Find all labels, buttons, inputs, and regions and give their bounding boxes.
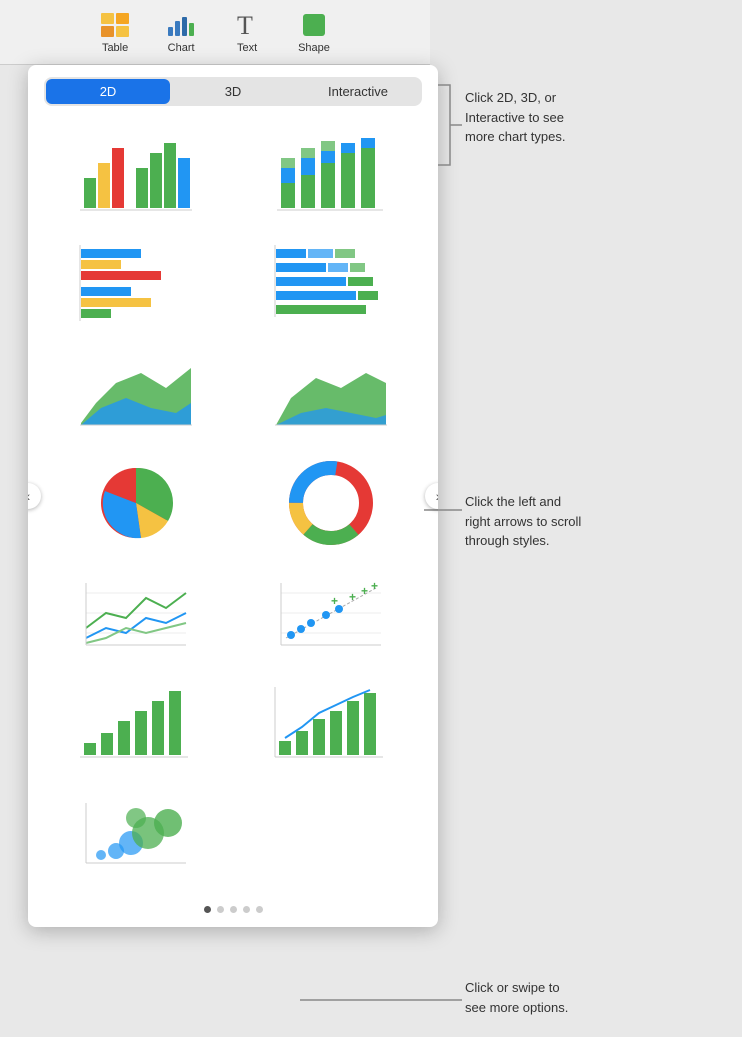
text-icon: T: [232, 11, 262, 39]
shape-icon: [299, 11, 329, 39]
chart-type-hbar-stacked[interactable]: [233, 228, 428, 338]
svg-text:+: +: [371, 579, 378, 593]
pagination-dots: [28, 896, 438, 927]
dot-3[interactable]: [230, 906, 237, 913]
toolbar-item-text[interactable]: T Text: [218, 6, 276, 59]
chart-icon: [166, 11, 196, 39]
chart-type-scatter[interactable]: + + + +: [233, 558, 428, 668]
dot-1[interactable]: [204, 906, 211, 913]
chart-label: Chart: [168, 42, 195, 54]
toolbar: Table Chart T Text Shape: [0, 0, 430, 65]
callout-top: Click 2D, 3D, orInteractive to seemore c…: [465, 88, 685, 147]
table-label: Table: [102, 42, 128, 54]
dot-5[interactable]: [256, 906, 263, 913]
chart-type-bar-stacked[interactable]: [233, 118, 428, 228]
chart-type-area[interactable]: [38, 338, 233, 448]
svg-text:+: +: [349, 590, 356, 604]
toolbar-item-table[interactable]: Table: [86, 6, 144, 59]
table-icon: [100, 11, 130, 39]
shape-label: Shape: [298, 42, 330, 54]
segment-2d[interactable]: 2D: [46, 79, 170, 104]
chart-picker-panel: 2D 3D Interactive ‹ ›: [28, 65, 438, 927]
chart-type-line[interactable]: [38, 558, 233, 668]
callout-middle: Click the left andright arrows to scroll…: [465, 492, 685, 551]
chart-type-bar-growing[interactable]: [38, 668, 233, 778]
chart-type-bar-line[interactable]: [233, 668, 428, 778]
chart-type-grid: + + + +: [28, 118, 438, 888]
callout-bottom: Click or swipe tosee more options.: [465, 978, 665, 1017]
svg-text:+: +: [361, 584, 368, 598]
segment-interactive[interactable]: Interactive: [296, 79, 420, 104]
chart-type-bubble[interactable]: [38, 778, 233, 888]
chart-type-segmented: 2D 3D Interactive: [44, 77, 422, 106]
svg-text:T: T: [237, 12, 253, 38]
svg-text:+: +: [331, 594, 338, 608]
segment-3d[interactable]: 3D: [171, 79, 295, 104]
chart-type-area-2[interactable]: [233, 338, 428, 448]
toolbar-item-shape[interactable]: Shape: [284, 6, 344, 59]
dot-2[interactable]: [217, 906, 224, 913]
chart-type-bar-grouped[interactable]: [38, 118, 233, 228]
chart-type-donut[interactable]: [233, 448, 428, 558]
dot-4[interactable]: [243, 906, 250, 913]
text-label: Text: [237, 42, 257, 54]
chart-type-hbar-grouped[interactable]: [38, 228, 233, 338]
chart-type-pie[interactable]: [38, 448, 233, 558]
toolbar-item-chart[interactable]: Chart: [152, 6, 210, 59]
